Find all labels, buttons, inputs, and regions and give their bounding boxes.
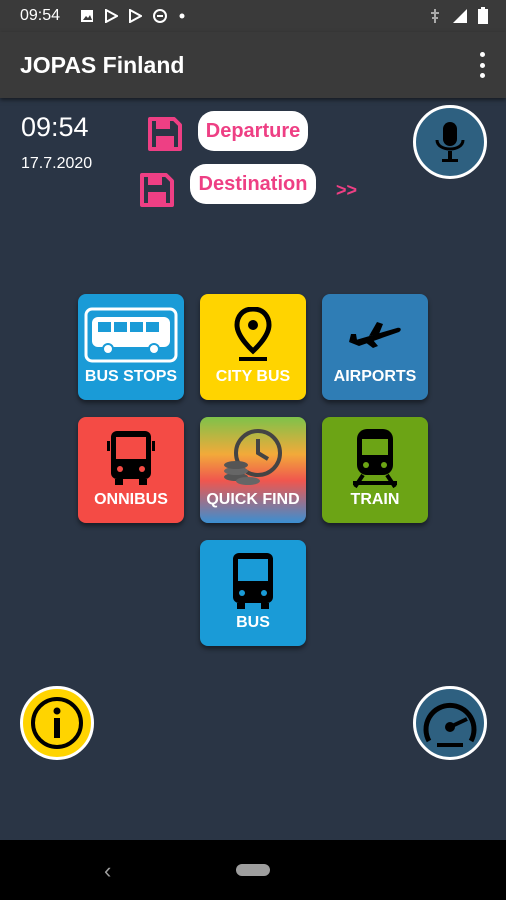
tile-quick-find[interactable]: QUICK FIND [200,417,306,523]
current-time: 09:54 [21,112,89,142]
tile-label: CITY BUS [215,368,291,385]
play-icon [129,9,142,23]
tile-label: QUICK FIND [206,491,300,508]
destination-button[interactable]: Destination [190,164,316,204]
circle-icon [153,9,167,23]
tile-label: AIRPORTS [333,368,417,385]
tile-label: BUS STOPS [84,368,178,385]
clock-coins-icon [224,429,282,485]
microphone-icon [435,122,465,162]
info-icon [31,697,83,749]
status-left-icons [80,8,186,24]
signal-icon [453,8,467,23]
app-bar: JOPAS Finland [0,32,506,98]
home-pill-icon[interactable] [236,864,270,876]
battery-icon [478,7,488,24]
tile-train[interactable]: TRAIN [322,417,428,523]
departure-button[interactable]: Departure [198,111,308,151]
tile-label: ONNIBUS [94,491,168,508]
network-icon [431,8,439,23]
more-vert-icon[interactable] [474,52,490,78]
microphone-button[interactable] [413,105,487,179]
save-departure-icon[interactable] [147,116,183,152]
app-title: JOPAS Finland [20,52,185,78]
status-time: 09:54 [20,7,61,24]
onnibus-icon [107,431,155,485]
bus-icon [233,553,273,609]
airplane-icon [349,322,401,348]
train-icon [353,429,397,489]
speedometer-icon [423,702,477,747]
map-pin-icon [234,307,272,361]
tile-bus[interactable]: BUS [200,540,306,646]
play-icon [105,9,118,23]
dot-icon [179,13,185,19]
status-right-icons [428,7,488,24]
bus-stops-icon [84,307,178,363]
tile-onnibus[interactable]: ONNIBUS [78,417,184,523]
save-destination-icon[interactable] [139,172,175,208]
image-icon [81,10,93,22]
current-date: 17.7.2020 [21,155,93,172]
tile-bus-stops[interactable]: BUS STOPS [78,294,184,400]
status-bar: 09:54 [0,0,506,32]
speedometer-button[interactable] [413,686,487,760]
tile-city-bus[interactable]: CITY BUS [200,294,306,400]
go-button[interactable]: >> [336,180,357,201]
tile-label: BUS [236,614,270,631]
system-nav-bar: ‹ [0,840,506,900]
back-icon[interactable]: ‹ [104,858,111,884]
info-button[interactable] [20,686,94,760]
tile-label: TRAIN [350,491,400,508]
tile-airports[interactable]: AIRPORTS [322,294,428,400]
